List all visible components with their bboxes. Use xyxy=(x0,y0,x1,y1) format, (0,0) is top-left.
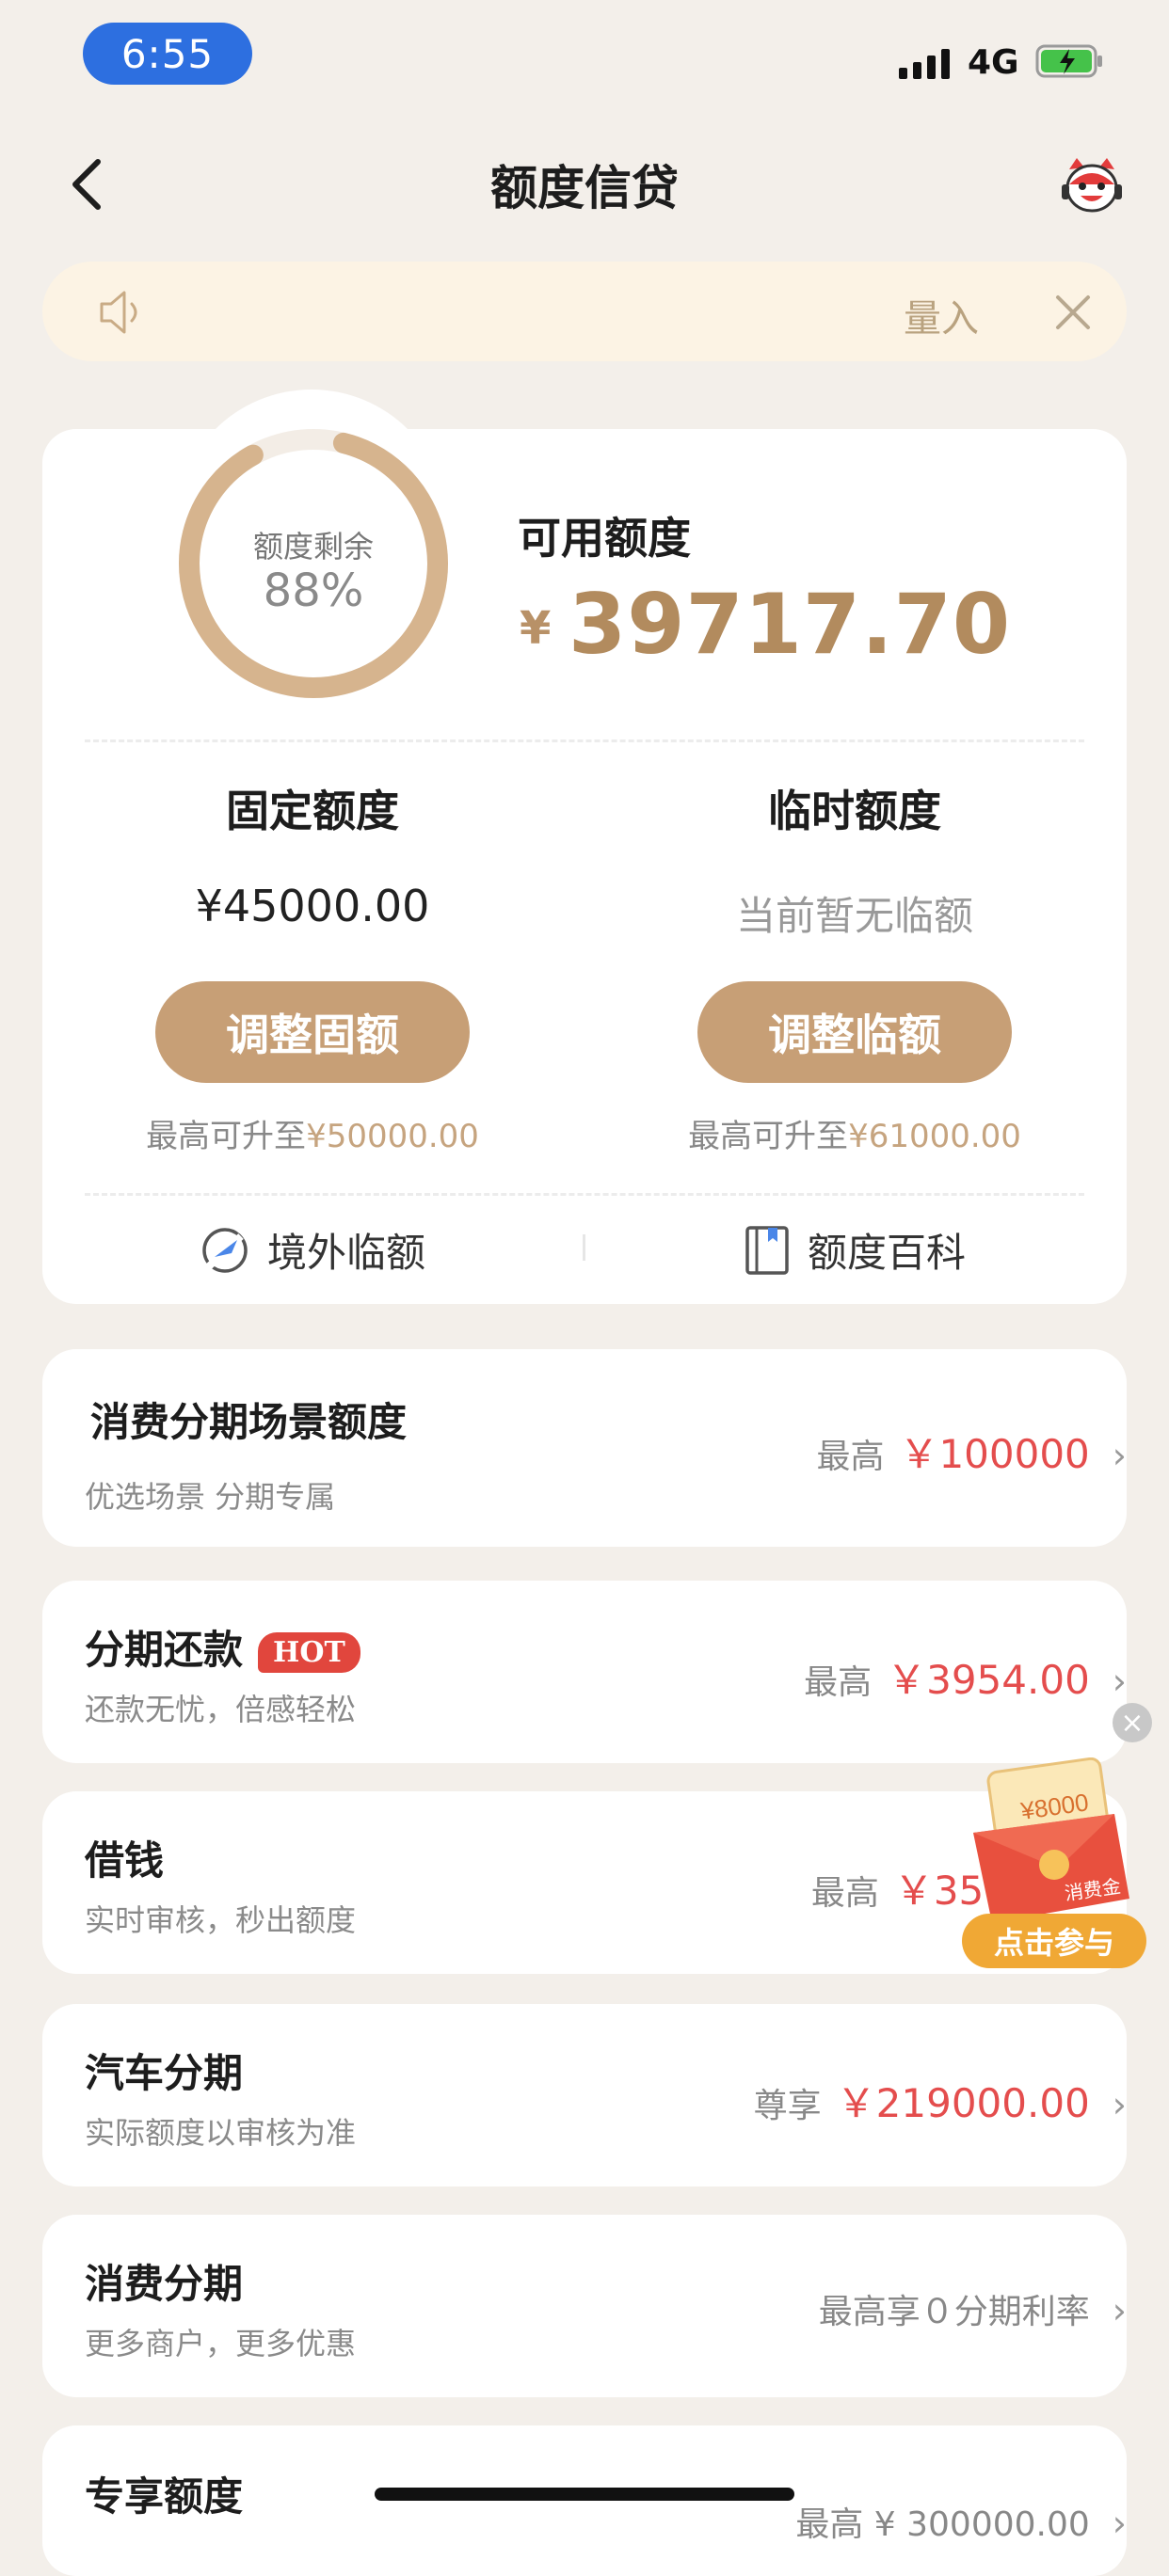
home-indicator xyxy=(375,2488,794,2501)
divider xyxy=(85,739,1084,742)
row-subtitle: 更多商户，更多优惠 xyxy=(85,2326,357,2361)
ring-percent: 88% xyxy=(263,564,364,617)
divider xyxy=(85,1193,1084,1196)
row-value: 最高享０分期利率 › xyxy=(819,2284,1127,2333)
row-title: 分期还款 HOT xyxy=(85,1618,360,1676)
join-promo-button[interactable]: 点击参与 xyxy=(962,1914,1146,1968)
chevron-right-icon: › xyxy=(1112,1435,1127,1476)
customer-service-mascot-icon[interactable] xyxy=(1060,156,1124,216)
row-title: 专享额度 xyxy=(85,2473,244,2520)
fixed-max-prefix: 最高可升至 xyxy=(146,1118,307,1155)
fixed-max-line: 最高可升至¥50000.00 xyxy=(49,1110,576,1156)
fixed-quota-title: 固定额度 xyxy=(226,786,399,836)
row-prefix: 最高 xyxy=(804,1663,873,1702)
row-amount: ￥219000.00 xyxy=(836,2080,1090,2126)
status-time: 6:55 xyxy=(83,23,252,85)
temp-quota-title: 临时额度 xyxy=(768,786,941,836)
wiki-link-label: 额度百科 xyxy=(808,1230,967,1276)
red-packet-promo[interactable]: ¥8000 消费金 xyxy=(964,1757,1139,1927)
ring-label: 额度剩余 xyxy=(252,529,374,564)
page-title: 额度信贷 xyxy=(490,161,679,215)
signal-icon xyxy=(899,47,955,79)
row-title: 消费分期 xyxy=(85,2261,244,2307)
row-subtitle: 还款无忧，倍感轻松 xyxy=(85,1692,357,1727)
close-icon[interactable] xyxy=(1052,292,1094,333)
row-value: 最高 ￥100000 › xyxy=(816,1423,1127,1480)
row-value: 最高 ¥ 300000.00 › xyxy=(795,2497,1127,2546)
adjust-temp-button[interactable]: 调整临额 xyxy=(697,981,1012,1083)
row-title: 消费分期场景额度 xyxy=(90,1399,408,1445)
row-prefix: 尊享 xyxy=(753,2087,822,2125)
row-prefix: 最高享０分期利率 xyxy=(818,2293,1090,2331)
temp-max-line: 最高可升至¥61000.00 xyxy=(591,1110,1118,1156)
row-amount: ￥3954.00 xyxy=(887,1657,1090,1703)
row-prefix: 最高 xyxy=(810,1874,879,1913)
hot-badge: HOT xyxy=(258,1632,360,1673)
row-value: 最高 ￥3954.00 › xyxy=(804,1648,1127,1706)
row-amount: ￥100000 xyxy=(899,1431,1090,1477)
battery-icon xyxy=(1035,44,1102,78)
chevron-right-icon: › xyxy=(1112,2084,1127,2125)
chevron-right-icon: › xyxy=(1112,1661,1127,1702)
network-label: 4G xyxy=(968,43,1019,82)
row-value: 尊享 ￥219000.00 › xyxy=(754,2072,1127,2129)
temp-max-value: ¥61000.00 xyxy=(848,1118,1021,1155)
row-prefix: 最高 xyxy=(816,1438,885,1476)
row-subtitle: 实时审核，秒出额度 xyxy=(85,1902,357,1938)
available-amount: 39717.70 xyxy=(568,576,1012,673)
book-icon xyxy=(745,1225,789,1275)
row-title: 汽车分期 xyxy=(85,2050,244,2096)
overseas-temp-quota-link[interactable]: 境外临额 xyxy=(200,1221,425,1279)
row-title: 借钱 xyxy=(85,1837,165,1884)
overseas-link-label: 境外临额 xyxy=(267,1230,426,1276)
available-currency: ¥ xyxy=(520,602,552,655)
plane-globe-icon xyxy=(202,1227,248,1273)
speaker-icon xyxy=(100,291,137,334)
link-divider xyxy=(583,1234,585,1261)
notice-text: 量入 xyxy=(904,297,979,341)
chevron-right-icon: › xyxy=(1112,2503,1127,2544)
adjust-fixed-button[interactable]: 调整固额 xyxy=(155,981,470,1083)
row-amount: 最高 ¥ 300000.00 xyxy=(795,2505,1090,2544)
temp-quota-value: 当前暂无临额 xyxy=(735,893,973,939)
fixed-quota-value: ¥45000.00 xyxy=(195,881,430,931)
row-subtitle: 实际额度以审核为准 xyxy=(85,2115,357,2151)
row-title-text: 分期还款 xyxy=(85,1627,244,1673)
chevron-right-icon: › xyxy=(1112,2290,1127,2331)
available-quota-label: 可用额度 xyxy=(518,513,691,564)
temp-max-prefix: 最高可升至 xyxy=(688,1118,849,1155)
row-subtitle: 优选场景 分期专属 xyxy=(85,1479,336,1515)
fixed-max-value: ¥50000.00 xyxy=(306,1118,479,1155)
promo-close-icon[interactable]: × xyxy=(1113,1703,1152,1742)
quota-wiki-link[interactable]: 额度百科 xyxy=(744,1221,966,1279)
